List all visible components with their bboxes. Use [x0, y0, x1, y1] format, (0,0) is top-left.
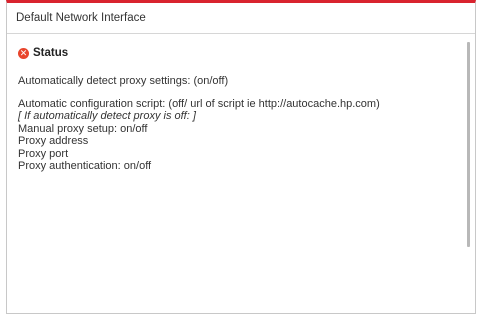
vertical-scrollbar[interactable]: [467, 42, 470, 247]
panel-header: Default Network Interface: [7, 3, 475, 34]
manual-proxy-line: Manual proxy setup: on/off: [18, 122, 148, 135]
auto-detect-line: Automatically detect proxy settings: (on…: [18, 75, 229, 87]
auto-config-line: Automatic configuration script: (off/ ur…: [18, 97, 380, 110]
proxy-address-line: Proxy address: [18, 135, 89, 147]
error-x-icon: ✕: [18, 47, 29, 59]
panel-title: Default Network Interface: [16, 12, 146, 24]
proxy-auth-line: Proxy authentication: on/off: [18, 160, 152, 172]
proxy-port-line: Proxy port: [18, 147, 69, 160]
status-heading: ✕ Status: [18, 45, 475, 61]
network-interface-panel: Default Network Interface ✕ Status Autom…: [6, 0, 476, 314]
auto-detect-off-note: [ If automatically detect proxy is off: …: [18, 110, 196, 122]
panel-body: ✕ Status Automatically detect proxy sett…: [7, 34, 475, 173]
status-title: Status: [33, 47, 69, 59]
